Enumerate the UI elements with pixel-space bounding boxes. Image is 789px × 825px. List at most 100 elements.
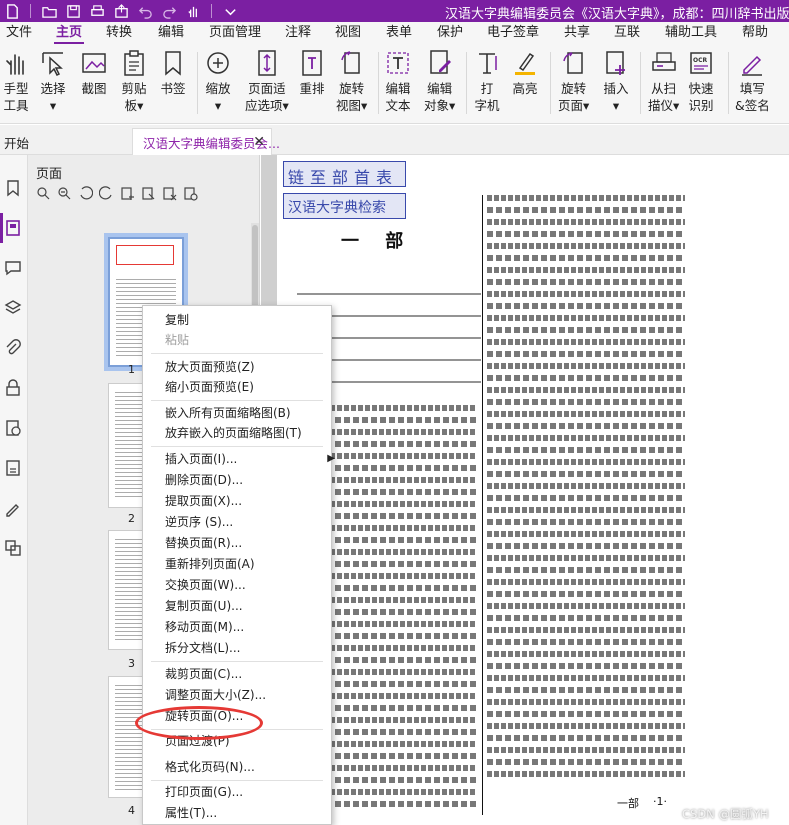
share-icon[interactable] [109,0,133,22]
menu-item-extract-page[interactable]: 提取页面(X)... [165,491,242,511]
history-panel-icon[interactable] [2,417,24,439]
page-footer-section: 一部 [617,797,639,810]
rotate-page-button[interactable]: 旋转 页面▾ [558,50,589,114]
menu-item-zoom-out-preview[interactable]: 缩小页面预览(E) [165,377,254,397]
menu-home[interactable]: 主页 [54,22,85,44]
clipboard-button[interactable]: 剪贴 板▾ [121,50,147,114]
zoom-in-thumbnail-icon[interactable] [36,186,51,201]
menu-item-split-document[interactable]: 拆分文档(L)... [165,638,241,658]
attachment-panel-icon[interactable] [2,337,24,359]
screenshot-button[interactable]: 截图 [81,50,107,97]
menu-item-format-page-number[interactable]: 格式化页码(N)... [165,757,255,777]
menu-help[interactable]: 帮助 [740,22,770,44]
page-settings-icon[interactable] [183,186,198,201]
menu-protect[interactable]: 保护 [435,22,465,44]
menu-item-rearrange-pages[interactable]: 重新排列页面(A) [165,554,255,574]
tab-document[interactable]: 汉语大字典编辑委员会... ✕ [132,128,280,155]
extract-thumbnail-icon[interactable] [141,186,156,201]
comment-panel-icon[interactable] [2,257,24,279]
insert-page-button[interactable]: 插入 ▾ [603,50,629,114]
print-icon[interactable] [85,0,109,22]
menu-item-duplicate-page[interactable]: 复制页面(U)... [165,596,243,616]
layers-panel-icon[interactable] [2,297,24,319]
close-icon[interactable]: ✕ [253,134,265,150]
app-logo-icon[interactable] [0,0,24,22]
menu-item-embed-thumbnails[interactable]: 嵌入所有页面缩略图(B) [165,403,291,423]
menu-item-discard-thumbnails[interactable]: 放弃嵌入的页面缩略图(T) [165,423,302,443]
chevron-down-icon[interactable] [218,0,242,22]
menu-convert[interactable]: 转换 [104,22,134,44]
menu-page-manage[interactable]: 页面管理 [207,22,263,44]
text-line [487,447,685,453]
edit-text-label-2: 文本 [385,98,411,113]
menu-item-resize-page[interactable]: 调整页面大小(Z)... [165,685,266,705]
edit-text-button[interactable]: 编辑 文本 [385,50,411,114]
menu-item-print-page[interactable]: 打印页面(G)... [165,782,243,802]
zoom-out-thumbnail-icon[interactable] [57,186,72,201]
menu-item-swap-pages[interactable]: 交换页面(W)... [165,575,246,595]
page-number-label: 3 [128,657,135,670]
quick-ocr-label-1: 快速 [688,81,714,96]
from-scanner-label-1: 从扫 [651,81,677,96]
menu-share[interactable]: 共享 [562,22,592,44]
menu-accessibility[interactable]: 辅助工具 [663,22,719,44]
rotate-right-icon[interactable] [99,186,114,201]
bookmark-label: 书签 [160,81,186,96]
fill-and-sign-button[interactable]: 填写 &签名 [735,50,770,114]
select-tool-button[interactable]: 选择 ▾ [40,50,66,114]
signature-panel-icon[interactable] [2,497,24,519]
menu-view[interactable]: 视图 [333,22,363,44]
menu-form[interactable]: 表单 [384,22,414,44]
rotate-left-icon[interactable] [78,186,93,201]
menu-item-zoom-in-preview[interactable]: 放大页面预览(Z) [165,357,255,377]
menu-connect[interactable]: 互联 [612,22,642,44]
rotate-page-label-2: 页面▾ [558,98,590,113]
menu-item-move-page[interactable]: 移动页面(M)... [165,617,244,637]
quick-ocr-button[interactable]: OCR 快速 识别 [688,50,714,114]
menu-item-crop-page[interactable]: 裁剪页面(C)... [165,664,242,684]
link-dictionary-search[interactable]: 汉语大字典检索 [283,193,406,219]
menu-e-signature[interactable]: 电子签章 [485,22,541,44]
svg-text:OCR: OCR [693,57,708,64]
edit-object-button[interactable]: 编辑 对象▾ [424,50,455,114]
save-icon[interactable] [61,0,85,22]
rotate-view-button[interactable]: 旋转 视图▾ [336,50,367,114]
tab-start[interactable]: 开始 [4,133,29,152]
menu-item-reverse-order[interactable]: 逆页序 (S)... [165,512,233,532]
text-line [487,603,685,609]
panel-title: 页面 [36,167,63,182]
bookmark-panel-icon[interactable] [2,177,24,199]
fit-page-button[interactable]: 页面适 应选项▾ [245,50,289,114]
ribbon-divider [728,52,729,114]
compare-panel-icon[interactable] [2,537,24,559]
bookmark-button[interactable]: 书签 [160,50,186,97]
open-folder-icon[interactable] [37,0,61,22]
fill-sign-label-1: 填写 [739,81,765,96]
delete-thumbnail-icon[interactable] [162,186,177,201]
menu-item-copy[interactable]: 复制 [165,310,189,330]
from-scanner-button[interactable]: 从扫 描仪▾ [648,50,679,114]
menu-item-properties[interactable]: 属性(T)... [165,803,217,823]
menu-item-replace-page[interactable]: 替换页面(R)... [165,533,242,553]
typewriter-button[interactable]: 打字机 [474,50,500,114]
menu-item-insert-page[interactable]: 插入页面(I)... ▶ [165,449,335,469]
zoom-button[interactable]: 缩放 ▾ [205,50,231,114]
reflow-button[interactable]: 重排 [299,50,325,97]
pages-panel-icon[interactable] [0,213,24,243]
menu-file[interactable]: 文件 [4,22,34,44]
hand-tool-quick-icon[interactable] [181,0,205,22]
document-panel-icon[interactable] [2,457,24,479]
undo-icon[interactable] [133,0,157,22]
text-line [487,387,685,393]
redo-icon[interactable] [157,0,181,22]
menu-annotate[interactable]: 注释 [283,22,313,44]
menu-edit[interactable]: 编辑 [156,22,186,44]
link-radical-index[interactable]: 链至部首表 [283,161,406,187]
text-line [487,567,685,573]
security-panel-icon[interactable] [2,377,24,399]
hand-tool-button[interactable]: 手型 工具 [3,50,29,114]
menu-item-delete-page[interactable]: 删除页面(D)... [165,470,243,490]
insert-thumbnail-icon[interactable] [120,186,135,201]
text-line [487,207,685,213]
highlight-button[interactable]: 高亮 [512,50,538,97]
